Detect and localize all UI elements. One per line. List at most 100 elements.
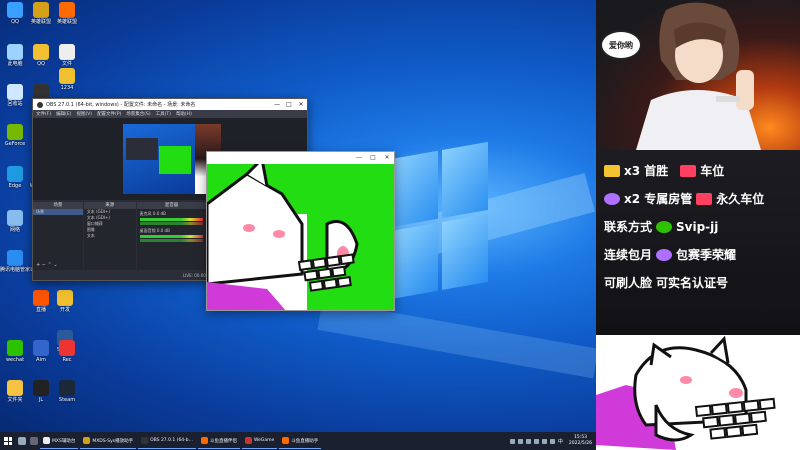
taskbar: MXS辅助台 MXDS-Sys播放助手 OBS 27.0.1 (64-b... 斗鱼直… bbox=[0, 432, 596, 450]
mixer-dock-title: 混音器 bbox=[136, 202, 207, 209]
catwin-titlebar[interactable]: — □ ✕ bbox=[207, 152, 394, 164]
app-icon bbox=[7, 44, 23, 60]
taskbar-task[interactable]: MXS辅助台 bbox=[40, 433, 79, 449]
network-icon[interactable] bbox=[549, 438, 555, 444]
obs-logo-icon bbox=[37, 101, 43, 108]
tray-icon[interactable] bbox=[517, 438, 523, 444]
bongo-cat-overlay bbox=[596, 335, 800, 450]
desktop-icon[interactable]: QQ bbox=[2, 2, 28, 25]
windows-start-icon bbox=[4, 437, 12, 445]
minimize-button[interactable]: — bbox=[352, 152, 366, 164]
desktop-icon-label: wechat bbox=[5, 357, 25, 363]
menu-profile[interactable]: 配置文件(P) bbox=[97, 111, 121, 117]
start-button[interactable] bbox=[0, 432, 16, 450]
task-app-icon bbox=[200, 437, 208, 444]
desktop-icon[interactable]: Edge bbox=[2, 166, 28, 189]
desktop-icon[interactable]: Rec bbox=[54, 340, 80, 363]
info-line: 可刷人脸 可实名认证号 bbox=[604, 274, 728, 291]
taskbar-task[interactable]: MXDS-Sys播放助手 bbox=[80, 433, 137, 449]
desktop-icon[interactable]: wechat bbox=[2, 340, 28, 363]
desktop-icon-label: Steam bbox=[58, 397, 76, 403]
desktop-icon[interactable]: 文件 bbox=[54, 44, 80, 67]
desktop-icon-label: 网络 bbox=[9, 227, 20, 233]
app-icon bbox=[7, 2, 23, 18]
desktop-icon[interactable]: 文件夹 bbox=[2, 380, 28, 403]
taskbar-search-icon[interactable] bbox=[16, 432, 28, 450]
audio-meter bbox=[139, 235, 204, 238]
desktop-icon-label: 腾讯电脑管家 bbox=[0, 267, 31, 273]
menu-scene-collection[interactable]: 场景集合(S) bbox=[126, 111, 150, 117]
close-button[interactable]: ✕ bbox=[380, 152, 394, 164]
desktop-icon[interactable]: 网络 bbox=[2, 210, 28, 233]
task-label: 斗鱼直播伴侣 bbox=[209, 438, 237, 444]
desktop-icon[interactable]: 1234 bbox=[54, 68, 80, 91]
desktop-icon[interactable]: QQ bbox=[28, 44, 54, 67]
menu-view[interactable]: 视图(V) bbox=[76, 111, 92, 117]
task-label: MXS辅助台 bbox=[52, 438, 76, 444]
volume-slider[interactable] bbox=[139, 239, 204, 242]
info-extra: 可实名认证号 bbox=[656, 276, 729, 290]
volume-icon[interactable] bbox=[541, 438, 547, 444]
taskbar-taskview-icon[interactable] bbox=[28, 432, 40, 450]
tray-icon[interactable] bbox=[509, 438, 515, 444]
scenes-toolbar[interactable]: + − ⌃ ⌄ bbox=[36, 262, 58, 268]
task-app-icon bbox=[43, 437, 50, 444]
desktop-icon-label: Rec bbox=[62, 357, 72, 363]
menu-help[interactable]: 帮助(H) bbox=[176, 111, 192, 117]
info-extra: Svip-jj bbox=[676, 219, 719, 234]
desktop-icon-label: JL bbox=[38, 397, 44, 403]
desktop-icon-label: 开发 bbox=[59, 307, 70, 313]
desktop-icon[interactable]: Aim bbox=[28, 340, 54, 363]
tray-icon[interactable] bbox=[525, 438, 531, 444]
maximize-button[interactable]: □ bbox=[366, 152, 380, 164]
desktop-icon-label: 1234 bbox=[60, 85, 74, 91]
desktop-icon[interactable]: 腾讯电脑管家 bbox=[0, 250, 31, 273]
speech-bubble: 爱你哟 bbox=[600, 30, 642, 60]
obs-titlebar[interactable]: OBS 27.0.1 (64-bit, windows) - 配置文件: 未命名… bbox=[33, 99, 307, 110]
maximize-button[interactable]: □ bbox=[283, 101, 295, 108]
app-icon bbox=[59, 380, 75, 396]
desktop-icon[interactable]: 英雄联盟 bbox=[28, 2, 54, 25]
volume-slider[interactable] bbox=[139, 222, 204, 225]
tray-icon[interactable] bbox=[533, 438, 539, 444]
info-line: x3 首胜 车位 bbox=[604, 162, 724, 179]
desktop-icon[interactable]: 开发 bbox=[52, 290, 78, 313]
taskbar-task[interactable]: OBS 27.0.1 (64-b... bbox=[138, 433, 196, 449]
anime-character-illustration bbox=[636, 2, 761, 150]
menu-file[interactable]: 文件(F) bbox=[36, 111, 51, 117]
app-icon bbox=[7, 210, 23, 226]
wechat-icon bbox=[656, 220, 673, 233]
app-icon bbox=[33, 340, 49, 356]
car-icon bbox=[680, 164, 697, 177]
audio-meter bbox=[139, 218, 204, 221]
taskbar-task[interactable]: 斗鱼直播助手 bbox=[279, 433, 322, 449]
taskbar-task[interactable]: WeGame bbox=[241, 433, 278, 449]
desktop-icon[interactable]: JL bbox=[28, 380, 54, 403]
desktop: QQ英雄联盟英雄联盟此电脑QQ文件1234回收站OBSGeForceEdgeWe… bbox=[0, 0, 596, 432]
desktop-icon-label: QQ bbox=[37, 61, 45, 67]
info-text: 连续包月 bbox=[604, 248, 653, 262]
bongo-cat-window[interactable]: — □ ✕ bbox=[206, 151, 395, 311]
clock-date: 2022/5/26 bbox=[568, 441, 592, 446]
app-icon bbox=[7, 250, 23, 266]
taskbar-clock[interactable]: 15:53 2022/5/26 bbox=[569, 435, 592, 447]
menu-tools[interactable]: 工具(T) bbox=[156, 111, 171, 117]
taskbar-task[interactable]: 斗鱼直播伴侣 bbox=[197, 433, 240, 449]
desktop-icon-label: 回收站 bbox=[7, 101, 23, 107]
source-item[interactable]: 文本 bbox=[84, 233, 136, 239]
scene-item[interactable]: 场景 bbox=[33, 209, 83, 215]
desktop-icon-label: 英雄联盟 bbox=[30, 19, 51, 25]
desktop-icon[interactable]: 此电脑 bbox=[2, 44, 28, 67]
input-method-indicator[interactable]: 中 bbox=[558, 438, 563, 445]
menu-edit[interactable]: 编辑(E) bbox=[56, 111, 71, 117]
desktop-icon-label: 文件夹 bbox=[7, 397, 23, 403]
desktop-icon[interactable]: Steam bbox=[54, 380, 80, 403]
desktop-icon[interactable]: GeForce bbox=[2, 124, 28, 147]
desktop-icon[interactable]: 直播 bbox=[28, 290, 54, 313]
desktop-icon[interactable]: 回收站 bbox=[2, 84, 28, 107]
minimize-button[interactable]: — bbox=[271, 101, 283, 108]
task-app-icon bbox=[244, 437, 252, 444]
desktop-icon[interactable]: 英雄联盟 bbox=[54, 2, 80, 25]
app-icon bbox=[59, 340, 75, 356]
close-button[interactable]: ✕ bbox=[295, 101, 307, 108]
